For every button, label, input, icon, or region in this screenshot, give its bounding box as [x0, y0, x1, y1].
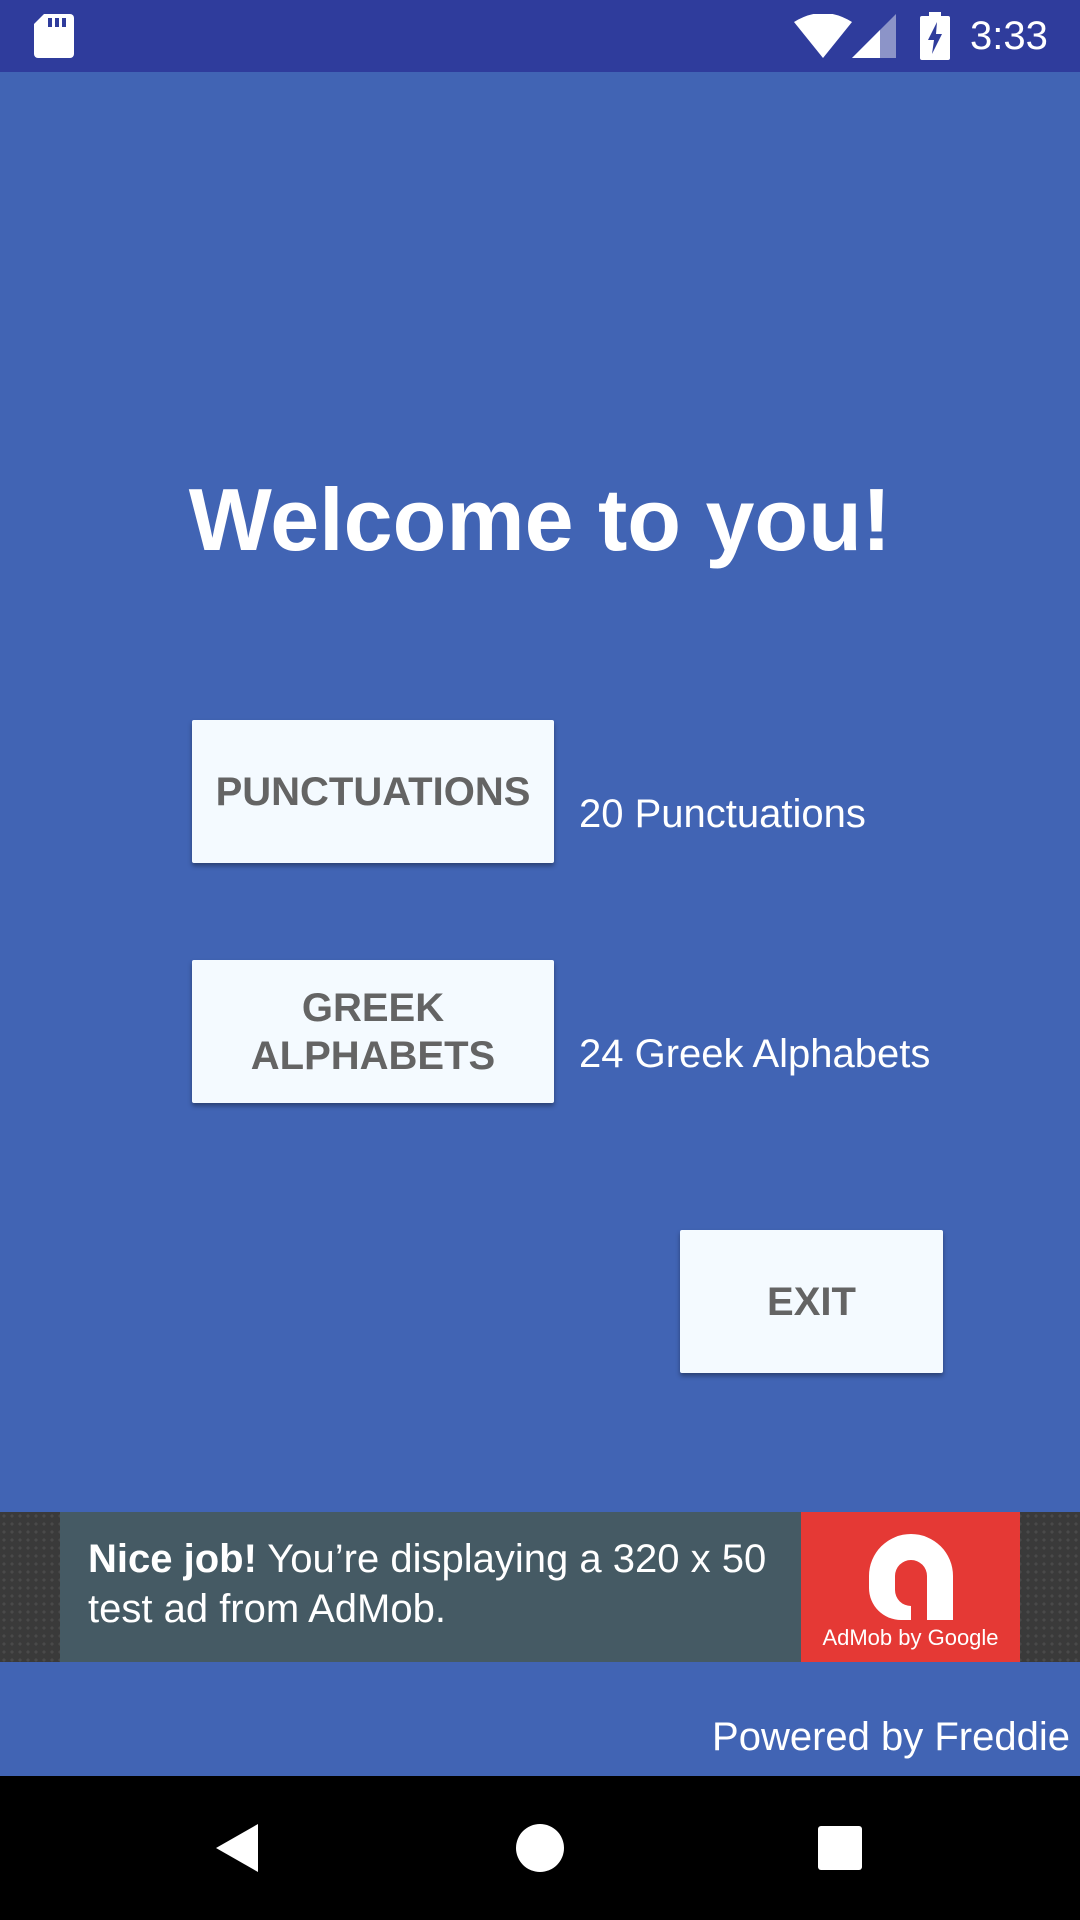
- battery-charging-icon: [920, 12, 950, 60]
- greek-alphabets-count-label: 24 Greek Alphabets: [579, 1032, 931, 1076]
- exit-button[interactable]: EXIT: [680, 1230, 943, 1373]
- welcome-title: Welcome to you!: [188, 470, 892, 569]
- greek-alphabets-button[interactable]: GREEK ALPHABETS: [192, 960, 554, 1103]
- signal-icon: [852, 14, 896, 58]
- admob-logo-icon: [869, 1534, 953, 1620]
- sd-card-icon: [34, 14, 74, 58]
- ad-headline: Nice job!: [88, 1537, 257, 1581]
- admob-logo-box: AdMob by Google: [801, 1512, 1020, 1662]
- admob-logo-text: AdMob by Google: [822, 1625, 999, 1650]
- punctuations-count-label: 20 Punctuations: [579, 792, 866, 836]
- status-clock: 3:33: [970, 14, 1048, 58]
- recents-icon[interactable]: [812, 1820, 868, 1876]
- admob-test-ad[interactable]: Nice job! You’re displaying a 320 x 50 t…: [60, 1512, 1020, 1662]
- home-icon[interactable]: [512, 1820, 568, 1876]
- navigation-bar: [0, 1776, 1080, 1920]
- powered-by-label: Powered by Freddie: [712, 1715, 1070, 1759]
- punctuations-button[interactable]: PUNCTUATIONS: [192, 720, 554, 863]
- wifi-icon: [794, 14, 852, 58]
- ad-text: Nice job! You’re displaying a 320 x 50 t…: [88, 1534, 818, 1634]
- status-bar: 3:33: [0, 0, 1080, 72]
- back-icon[interactable]: [212, 1820, 268, 1876]
